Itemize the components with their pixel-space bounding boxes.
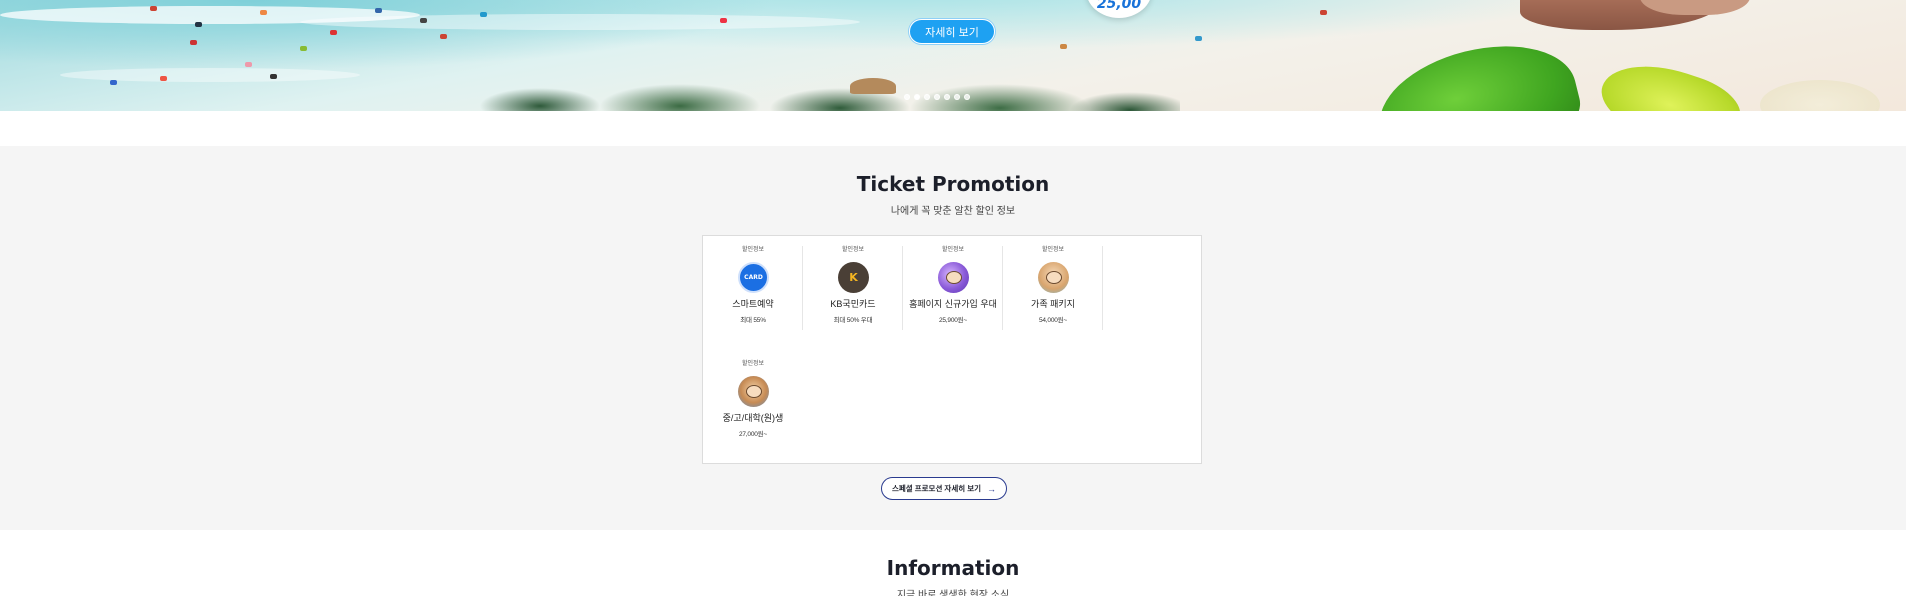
arrow-right-icon: → [987, 483, 997, 494]
promotion-name: 홈페이지 신규가입 우대 [909, 299, 997, 309]
swimmer [110, 80, 117, 85]
swimmer [440, 34, 447, 39]
section-title: Ticket Promotion [856, 172, 1050, 196]
slide-dot[interactable] [914, 94, 920, 100]
character-face [1045, 271, 1062, 284]
swimmer [1060, 44, 1067, 49]
promotion-name: 가족 패키지 [1031, 299, 1075, 309]
price-bubble-text: 25,00 [1096, 0, 1142, 12]
promotion-tag: 할인정보 [841, 247, 865, 253]
slide-pagination [904, 94, 970, 100]
promotion-detail: 25,900원~ [938, 317, 968, 324]
promotion-item-student[interactable]: 할인정보 중/고/대학(원)생 27,000원~ [703, 350, 803, 455]
kb-logo-label: K [849, 271, 858, 284]
kb-logo-icon: K [838, 262, 869, 293]
ticket-promotion-section: Ticket Promotion 나에게 꼭 맞춘 알찬 할인 정보 할인정보 … [0, 146, 1906, 530]
swimmer [190, 40, 197, 45]
information-subtitle: 지금 바로 생생한 현장 소식 [896, 590, 1010, 596]
student-icon [738, 376, 769, 407]
slide-dot[interactable] [924, 94, 930, 100]
swimmer [160, 76, 167, 81]
character-face [745, 385, 762, 398]
family-icon [1038, 262, 1069, 293]
page: 25,00 자세히 보기 Ticket Promotion 나에게 꼭 맞춘 알… [0, 0, 1906, 596]
promotion-name: 중/고/대학(원)생 [722, 413, 784, 423]
slide-dot[interactable] [944, 94, 950, 100]
promotion-tag: 할인정보 [741, 247, 765, 253]
swimmer [300, 46, 307, 51]
swimmer [150, 6, 157, 11]
section-subtitle: 나에게 꼭 맞춘 알찬 할인 정보 [890, 206, 1016, 217]
promotion-item-smart-reservation[interactable]: 할인정보 CARD 스마트예약 최대 55% [703, 236, 803, 341]
promotion-name: 스마트예약 [732, 299, 774, 309]
swimmer [480, 12, 487, 17]
card-icon: CARD [738, 262, 769, 293]
wave-foam [60, 68, 360, 82]
promotion-detail: 최대 55% [740, 317, 766, 324]
promotion-detail: 27,000원~ [738, 431, 768, 438]
swimmer [330, 30, 337, 35]
hero-detail-button[interactable]: 자세히 보기 [909, 19, 995, 44]
character-face [945, 271, 962, 284]
slide-dot[interactable] [954, 94, 960, 100]
slide-dot[interactable] [964, 94, 970, 100]
information-title: Information [886, 556, 1020, 580]
promotion-item-new-member[interactable]: 할인정보 홈페이지 신규가입 우대 25,900원~ [903, 236, 1003, 341]
beach-hut [850, 78, 896, 94]
promotion-name: KB국민카드 [830, 299, 876, 309]
promotion-card: 할인정보 CARD 스마트예약 최대 55% 할인정보 K KB국민카드 최대 … [702, 235, 1202, 464]
wave-foam [300, 14, 860, 30]
swimmer [375, 8, 382, 13]
swimmer [720, 18, 727, 23]
palm-trees [480, 76, 1180, 111]
more-button-label: 스페셜 프로모션 자세히 보기 [891, 484, 982, 493]
swimmer [1320, 10, 1327, 15]
swimmer [245, 62, 252, 67]
slide-dot[interactable] [934, 94, 940, 100]
promotion-tag: 할인정보 [1041, 247, 1065, 253]
swimmer [1195, 36, 1202, 41]
hero-banner: 25,00 자세히 보기 [0, 0, 1906, 111]
promotion-tag: 할인정보 [741, 361, 765, 367]
promotion-detail: 54,000원~ [1038, 317, 1068, 324]
new-member-icon [938, 262, 969, 293]
promotion-detail: 최대 50% 우대 [833, 317, 873, 324]
swimmer [420, 18, 427, 23]
swimmer [260, 10, 267, 15]
slide-dot[interactable] [904, 94, 910, 100]
promotion-item-kb-card[interactable]: 할인정보 K KB국민카드 최대 50% 우대 [803, 236, 903, 341]
promotion-item-family-package[interactable]: 할인정보 가족 패키지 54,000원~ [1003, 236, 1103, 341]
promotion-tag: 할인정보 [941, 247, 965, 253]
card-icon-label: CARD [744, 274, 763, 281]
swimmer [270, 74, 277, 79]
special-promotion-more-button[interactable]: 스페셜 프로모션 자세히 보기 → [881, 477, 1007, 500]
swimmer [195, 22, 202, 27]
